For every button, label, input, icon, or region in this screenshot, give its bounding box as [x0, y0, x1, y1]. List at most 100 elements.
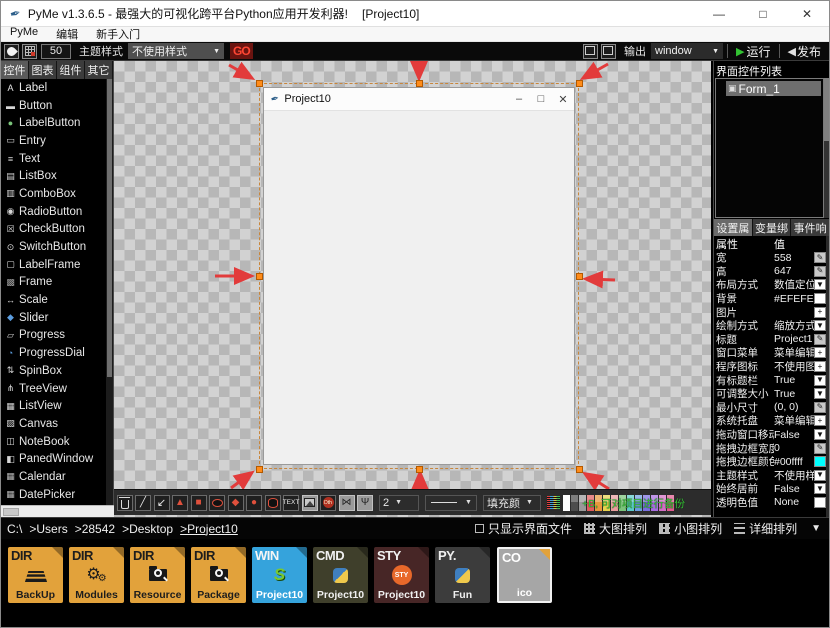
widget-list-item[interactable]: ▬ Button: [1, 97, 107, 115]
breadcrumb-segment[interactable]: >Users: [29, 522, 67, 536]
file-tile-backup[interactable]: DIR BackUp: [8, 547, 63, 603]
property-value[interactable]: 558: [774, 252, 814, 264]
file-tile-resource[interactable]: DIR Resource: [130, 547, 185, 603]
property-control-button[interactable]: [814, 456, 826, 468]
widget-tab[interactable]: 图表: [29, 61, 57, 79]
widget-list-item[interactable]: ⋔ TreeView: [1, 380, 107, 398]
file-tile-ico[interactable]: CO ico: [497, 547, 552, 603]
widget-tab[interactable]: 控件: [1, 61, 29, 79]
detail-view-button[interactable]: 详细排列: [749, 520, 797, 537]
control-tree-scrollbar[interactable]: [824, 78, 829, 218]
publish-button[interactable]: ◀ 发布: [784, 43, 825, 60]
property-control-button[interactable]: ▼: [814, 279, 826, 291]
triangle-icon[interactable]: ▲: [172, 494, 188, 511]
circle-icon[interactable]: ●: [246, 494, 262, 511]
style-select[interactable]: 不使用样式 ▼: [128, 43, 224, 59]
output-label[interactable]: 输出: [624, 43, 646, 59]
widget-tab[interactable]: 其它: [85, 61, 113, 79]
property-value[interactable]: #00ffff: [774, 456, 814, 468]
property-value[interactable]: 647: [774, 265, 814, 277]
property-value[interactable]: Project1: [774, 333, 814, 345]
menu-item[interactable]: PyMe: [1, 26, 47, 42]
resize-handle-nw[interactable]: [255, 79, 263, 87]
widget-list-item[interactable]: ▥ ComboBox: [1, 185, 107, 203]
property-value[interactable]: #EFEFEF: [774, 293, 814, 305]
breadcrumb-segment[interactable]: >Desktop: [122, 522, 173, 536]
widget-tab[interactable]: 组件: [57, 61, 85, 79]
property-value[interactable]: 不使用图: [774, 359, 814, 374]
property-value[interactable]: (0, 0): [774, 401, 814, 413]
resize-handle-n[interactable]: [415, 79, 423, 87]
line-style-select[interactable]: ▼: [425, 494, 477, 511]
cylinder-icon[interactable]: [264, 494, 281, 511]
property-value[interactable]: False: [774, 429, 814, 441]
widget-list-item[interactable]: ◔ ProgressDial: [1, 344, 107, 362]
property-control-button[interactable]: ✎: [814, 265, 826, 277]
ellipse-icon[interactable]: [209, 494, 225, 511]
ui-files-only-checkbox[interactable]: [475, 524, 485, 533]
designed-window[interactable]: ✒ Project10 – □ ✕: [263, 87, 575, 465]
diamond-icon[interactable]: ◆: [227, 494, 244, 511]
maximize-button[interactable]: □: [741, 1, 785, 27]
run-button[interactable]: ▶ 运行: [732, 43, 774, 60]
tree-item-form1[interactable]: ▣ Form_1: [726, 81, 821, 96]
resize-handle-sw[interactable]: [255, 465, 263, 473]
property-control-button[interactable]: ✎: [814, 442, 826, 454]
resize-handle-e[interactable]: [575, 272, 583, 280]
resize-handle-ne[interactable]: [575, 79, 583, 87]
widget-list-item[interactable]: ▦ ListView: [1, 397, 107, 415]
widget-list-item[interactable]: ⇅ SpinBox: [1, 362, 107, 380]
large-icons-view-button[interactable]: 大图排列: [599, 520, 647, 537]
designed-close-button[interactable]: ✕: [552, 93, 574, 106]
designed-maximize-button[interactable]: □: [530, 93, 552, 105]
line-width-select[interactable]: 2 ▼: [379, 494, 419, 511]
menu-item[interactable]: 编辑: [47, 26, 87, 42]
rectangle-icon[interactable]: ■: [190, 494, 207, 511]
property-value[interactable]: True: [774, 388, 814, 400]
widget-list-item[interactable]: ● LabelButton: [1, 114, 107, 132]
widget-list-item[interactable]: A Label: [1, 79, 107, 97]
widget-list-hscrollbar[interactable]: [1, 505, 114, 517]
property-tab[interactable]: 变量绑: [752, 219, 792, 236]
close-button[interactable]: ✕: [785, 1, 829, 27]
property-value[interactable]: 0: [774, 442, 814, 454]
color-swatch[interactable]: [563, 494, 570, 511]
property-control-button[interactable]: ▼: [814, 374, 826, 386]
fill-color-select[interactable]: 填充颜 ▼: [483, 494, 541, 511]
property-tab[interactable]: 设置属: [714, 219, 753, 236]
property-grid-scrollbar[interactable]: [826, 236, 829, 517]
widget-list-item[interactable]: ▭ Entry: [1, 132, 107, 150]
design-canvas[interactable]: ✒ Project10 – □ ✕ ╱ ↙ ▲ ■ ◆ ● TEXT Dth ⋈…: [114, 61, 711, 517]
line-icon[interactable]: ╱: [135, 494, 151, 511]
resize-handle-se[interactable]: [575, 465, 583, 473]
property-control-button[interactable]: +: [814, 347, 826, 359]
property-value[interactable]: 不使用样: [774, 468, 814, 483]
designed-window-titlebar[interactable]: ✒ Project10 – □ ✕: [264, 88, 574, 111]
minimize-button[interactable]: —: [697, 1, 741, 27]
widget-list-scrollbar[interactable]: [106, 79, 113, 505]
widget-list-item[interactable]: ▱ Progress: [1, 327, 107, 345]
designed-minimize-button[interactable]: –: [508, 93, 530, 105]
property-value[interactable]: 菜单编辑: [774, 413, 814, 428]
widget-list-item[interactable]: ▢ LabelFrame: [1, 256, 107, 274]
palette-picker-icon[interactable]: [547, 496, 560, 509]
widget-list-item[interactable]: ≡ Text: [1, 150, 107, 168]
property-value[interactable]: 数值定位: [774, 277, 814, 292]
go-button[interactable]: GO: [230, 43, 253, 59]
file-tile-modules[interactable]: DIR ⚙ ⚙ Modules: [69, 547, 124, 603]
property-control-button[interactable]: +: [814, 361, 826, 373]
property-control-button[interactable]: +: [814, 306, 826, 318]
resize-handle-w[interactable]: [255, 272, 263, 280]
widget-list-item[interactable]: ▦ DatePicker: [1, 486, 107, 504]
widget-list-item[interactable]: ◫ NoteBook: [1, 433, 107, 451]
resize-handle-s[interactable]: [415, 465, 423, 473]
property-control-button[interactable]: ✎: [814, 333, 826, 345]
property-control-button[interactable]: [814, 293, 826, 305]
property-control-button[interactable]: [814, 496, 826, 508]
paint-tool-button[interactable]: [4, 43, 19, 59]
color-swatch[interactable]: [571, 494, 578, 511]
property-control-button[interactable]: +: [814, 415, 826, 427]
property-value[interactable]: None: [774, 496, 814, 508]
grid-snap-button[interactable]: [22, 43, 37, 59]
widget-list-item[interactable]: ▩ Frame: [1, 274, 107, 292]
